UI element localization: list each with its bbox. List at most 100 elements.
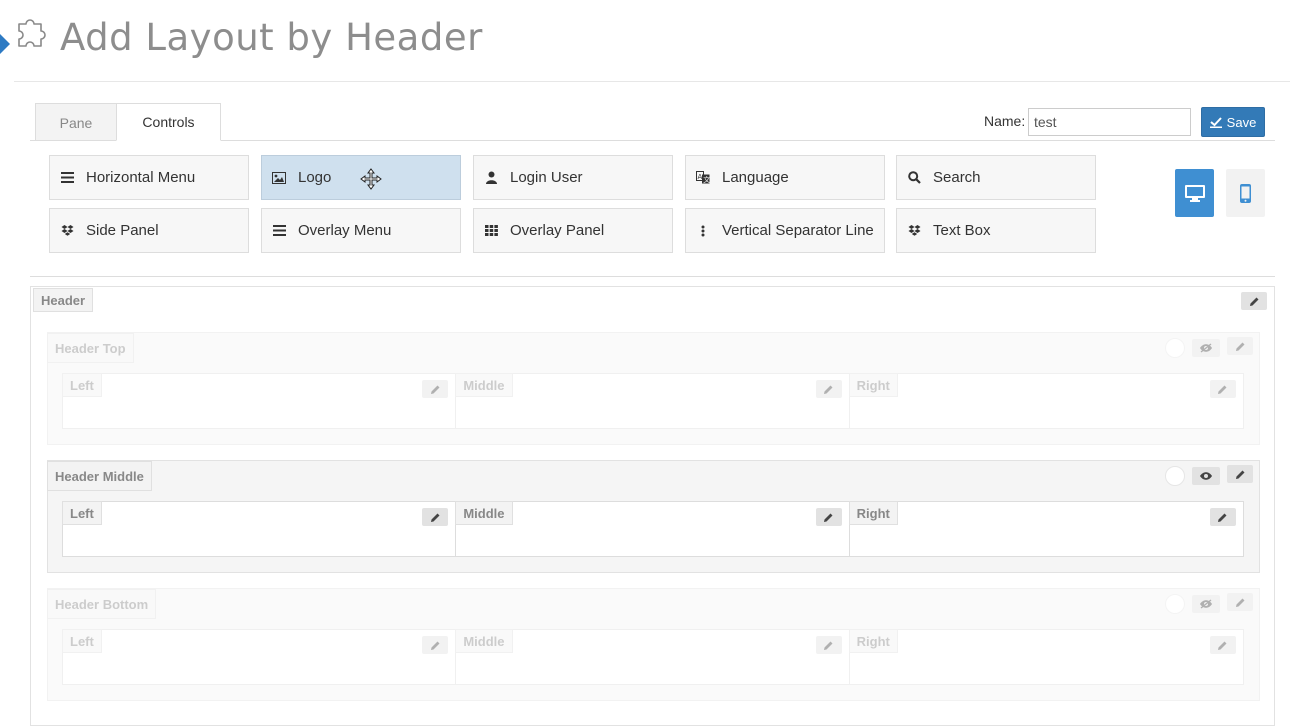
edit-section-button[interactable] <box>1227 593 1253 611</box>
column-tag: Middle <box>455 373 513 397</box>
column-middle: Middle <box>455 373 850 428</box>
pencil-icon <box>1235 342 1244 351</box>
dropbox-icon <box>60 224 74 238</box>
status-dot[interactable] <box>1165 338 1185 358</box>
control-label: Logo <box>298 169 332 186</box>
move-cursor-icon <box>360 168 382 190</box>
edit-column-button[interactable] <box>1209 508 1236 526</box>
status-dot[interactable] <box>1165 594 1185 614</box>
dropbox-icon <box>907 224 921 238</box>
edit-column-button[interactable] <box>422 380 449 398</box>
column-right: Right <box>848 629 1243 684</box>
pencil-icon <box>1218 513 1227 522</box>
columns: Left Middle Right <box>62 501 1244 557</box>
control-label: Overlay Panel <box>510 222 605 239</box>
column-tag: Right <box>848 629 898 653</box>
column-middle: Middle <box>455 501 850 556</box>
control-language[interactable]: A文 Language <box>685 155 885 200</box>
section-tag: Header Middle <box>47 461 152 491</box>
column-tag: Right <box>848 501 898 525</box>
control-label: Search <box>933 169 981 186</box>
edit-column-button[interactable] <box>422 636 449 654</box>
edit-header-button[interactable] <box>1241 292 1267 310</box>
column-tag: Middle <box>455 629 513 653</box>
edit-column-button[interactable] <box>422 508 449 526</box>
column-tag: Left <box>62 501 102 525</box>
header-panel: Header Header Top Left Middle Right Head… <box>30 286 1275 726</box>
visibility-toggle-button[interactable] <box>1192 467 1220 485</box>
control-horizontal-menu[interactable]: Horizontal Menu <box>49 155 249 200</box>
page-title: Add Layout by Header <box>60 16 483 59</box>
control-vertical-separator-line[interactable]: Vertical Separator Line <box>685 208 885 253</box>
tab-controls[interactable]: Controls <box>116 103 221 141</box>
user-icon <box>484 171 498 185</box>
status-dot[interactable] <box>1165 466 1185 486</box>
visibility-toggle-button[interactable] <box>1192 595 1220 613</box>
image-icon <box>272 171 286 185</box>
column-tag: Left <box>62 629 102 653</box>
column-tag: Left <box>62 373 102 397</box>
control-label: Side Panel <box>86 222 159 239</box>
name-input[interactable] <box>1028 108 1191 136</box>
columns: Left Middle Right <box>62 629 1244 685</box>
control-label: Login User <box>510 169 583 186</box>
pencil-icon <box>824 641 833 650</box>
header-bottom-section: Header Bottom Left Middle Right <box>47 588 1260 701</box>
vertical-dots-icon <box>696 224 710 238</box>
control-label: Horizontal Menu <box>86 169 196 186</box>
puzzle-icon <box>18 19 46 47</box>
bars-icon <box>272 224 286 238</box>
column-tag: Middle <box>455 501 513 525</box>
edit-column-button[interactable] <box>1209 636 1236 654</box>
pencil-icon <box>1235 470 1244 479</box>
edit-section-button[interactable] <box>1227 465 1253 483</box>
pencil-icon <box>430 385 440 394</box>
edit-column-button[interactable] <box>815 636 842 654</box>
svg-text:A: A <box>698 173 703 181</box>
control-overlay-panel[interactable]: Overlay Panel <box>473 208 673 253</box>
section-tag: Header Top <box>47 333 134 363</box>
grid-icon <box>484 224 498 238</box>
column-left: Left <box>62 629 457 684</box>
control-side-panel[interactable]: Side Panel <box>49 208 249 253</box>
bars-icon <box>60 171 74 185</box>
section-marker <box>0 34 10 54</box>
control-search[interactable]: Search <box>896 155 1096 200</box>
save-button[interactable]: Save <box>1201 107 1265 137</box>
control-text-box[interactable]: Text Box <box>896 208 1096 253</box>
save-label: Save <box>1226 114 1257 130</box>
eye-slash-icon <box>1200 599 1212 609</box>
search-icon <box>907 171 921 185</box>
section-tag: Header Bottom <box>47 589 157 619</box>
column-right: Right <box>848 501 1243 556</box>
control-login-user[interactable]: Login User <box>473 155 673 200</box>
tab-pane[interactable]: Pane <box>35 103 117 141</box>
columns: Left Middle Right <box>62 373 1244 429</box>
column-tag: Right <box>848 373 898 397</box>
edit-column-button[interactable] <box>815 380 842 398</box>
header-top-section: Header Top Left Middle Right <box>47 332 1260 445</box>
column-left: Left <box>62 373 457 428</box>
translate-icon: A文 <box>696 171 710 185</box>
control-overlay-menu[interactable]: Overlay Menu <box>261 208 461 253</box>
edit-section-button[interactable] <box>1227 337 1253 355</box>
pencil-icon <box>1249 297 1258 306</box>
page-header: Add Layout by Header <box>0 0 1300 82</box>
control-label: Vertical Separator Line <box>722 222 874 239</box>
pencil-icon <box>1218 385 1227 394</box>
desktop-icon <box>1184 184 1205 202</box>
check-icon <box>1209 117 1222 128</box>
svg-text:文: 文 <box>703 175 710 184</box>
mobile-view-button[interactable] <box>1226 169 1265 217</box>
pencil-icon <box>1235 598 1244 607</box>
control-label: Overlay Menu <box>298 222 392 239</box>
visibility-toggle-button[interactable] <box>1192 339 1220 357</box>
controls-divider <box>30 276 1275 277</box>
edit-column-button[interactable] <box>1209 380 1236 398</box>
header-tag: Header <box>33 288 94 312</box>
desktop-view-button[interactable] <box>1175 169 1214 217</box>
header-divider <box>14 81 1290 82</box>
edit-column-button[interactable] <box>815 508 842 526</box>
pencil-icon <box>824 385 833 394</box>
eye-slash-icon <box>1200 343 1212 353</box>
